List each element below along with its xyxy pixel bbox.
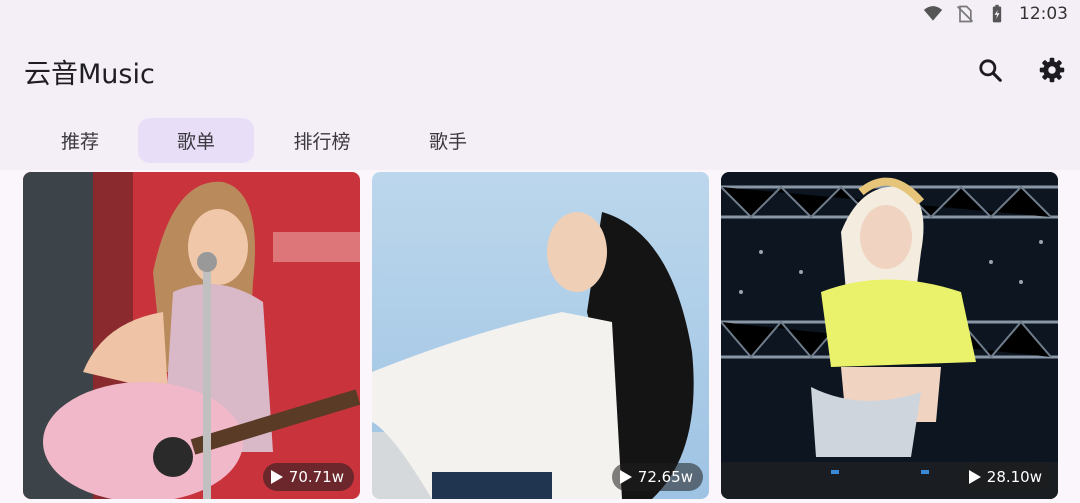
app-title: 云音Music bbox=[24, 59, 155, 90]
play-count: 72.65w bbox=[637, 468, 693, 486]
tab-label: 歌单 bbox=[176, 131, 215, 153]
status-time: 12:03 bbox=[1019, 4, 1068, 24]
playlist-cover-image bbox=[372, 172, 709, 499]
tab-label: 歌手 bbox=[428, 131, 467, 153]
no-sim-icon bbox=[956, 5, 974, 23]
tab-charts[interactable]: 排行榜 bbox=[254, 118, 390, 163]
play-icon bbox=[968, 470, 981, 484]
top-app-bar: 12:03 云音Music 推荐 歌单 排行榜 歌手 bbox=[0, 0, 1080, 170]
play-icon bbox=[270, 470, 283, 484]
play-count-badge[interactable]: 70.71w bbox=[262, 463, 354, 491]
tab-artists[interactable]: 歌手 bbox=[390, 118, 506, 163]
search-icon bbox=[979, 59, 1002, 82]
playlist-card[interactable]: 70.71w bbox=[23, 172, 360, 499]
tab-recommend[interactable]: 推荐 bbox=[22, 118, 138, 163]
tab-label: 排行榜 bbox=[293, 131, 351, 153]
play-icon bbox=[619, 470, 632, 484]
battery-icon bbox=[992, 4, 1002, 23]
playlist-card[interactable]: 28.10w bbox=[721, 172, 1058, 499]
tab-label: 推荐 bbox=[60, 131, 99, 153]
play-count: 28.10w bbox=[986, 468, 1042, 486]
playlist-cover-image bbox=[721, 172, 1058, 499]
settings-button[interactable] bbox=[1034, 52, 1070, 88]
wifi-icon bbox=[923, 6, 943, 21]
playlist-card[interactable]: 72.65w bbox=[372, 172, 709, 499]
play-count-badge[interactable]: 72.65w bbox=[611, 463, 703, 491]
gear-icon bbox=[1039, 57, 1065, 83]
status-bar: 12:03 bbox=[923, 0, 1080, 28]
tab-playlists[interactable]: 歌单 bbox=[138, 118, 254, 163]
playlist-grid: 70.71w 72.65w 28.10w bbox=[0, 170, 1080, 503]
play-count-badge[interactable]: 28.10w bbox=[960, 463, 1052, 491]
play-count: 70.71w bbox=[288, 468, 344, 486]
search-button[interactable] bbox=[972, 52, 1008, 88]
playlist-cover-image bbox=[23, 172, 360, 499]
